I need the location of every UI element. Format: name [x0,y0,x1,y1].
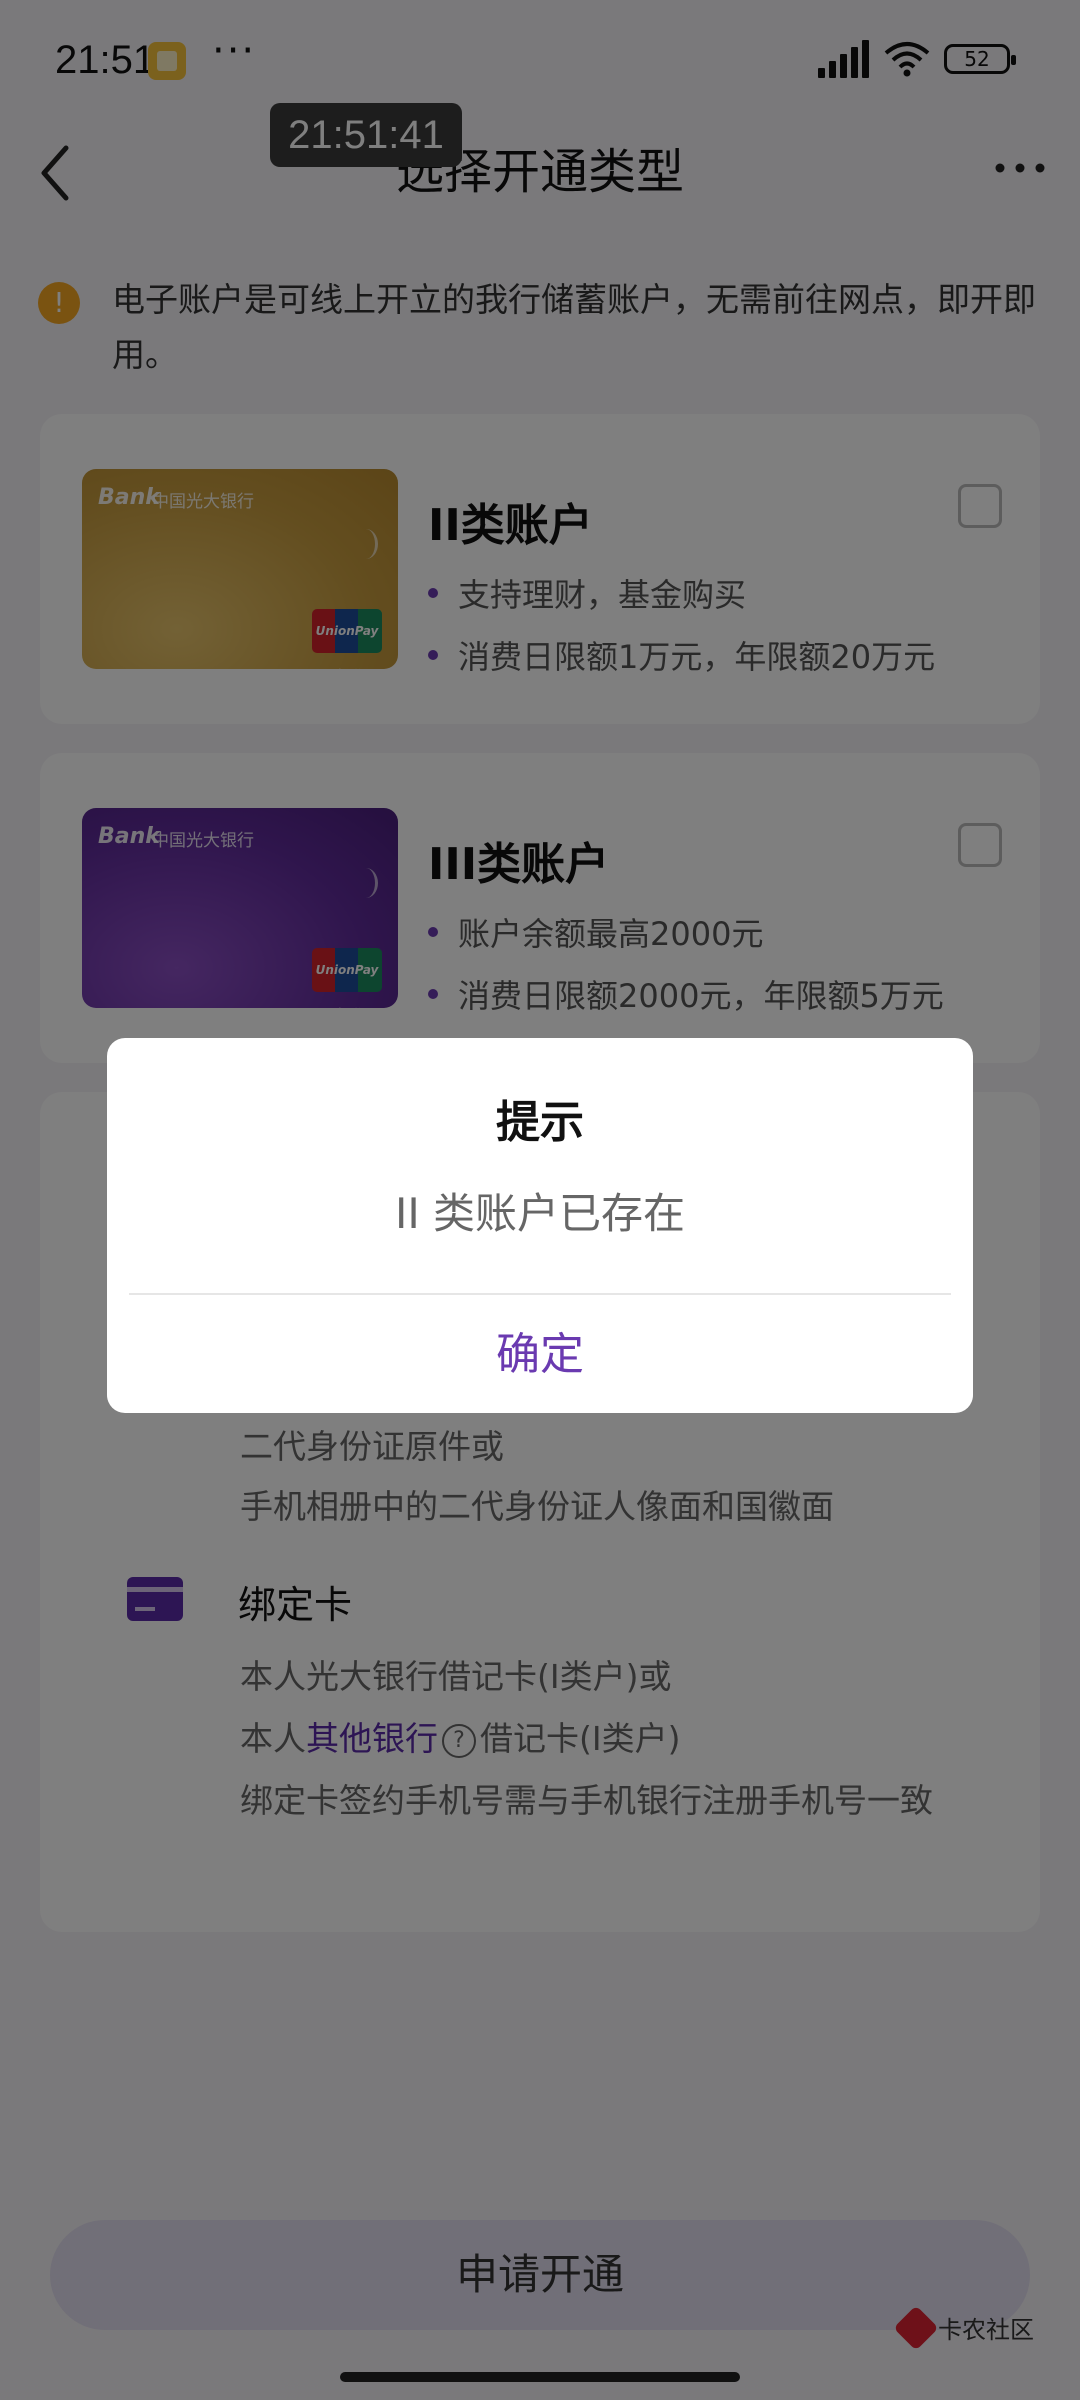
alert-dialog: 提示 II 类账户已存在 确定 [107,1038,973,1413]
dialog-title: 提示 [496,1097,584,1148]
confirm-button[interactable]: 确定 [107,1296,973,1413]
dialog-divider [129,1293,951,1295]
dialog-message: II 类账户已存在 [394,1189,686,1238]
